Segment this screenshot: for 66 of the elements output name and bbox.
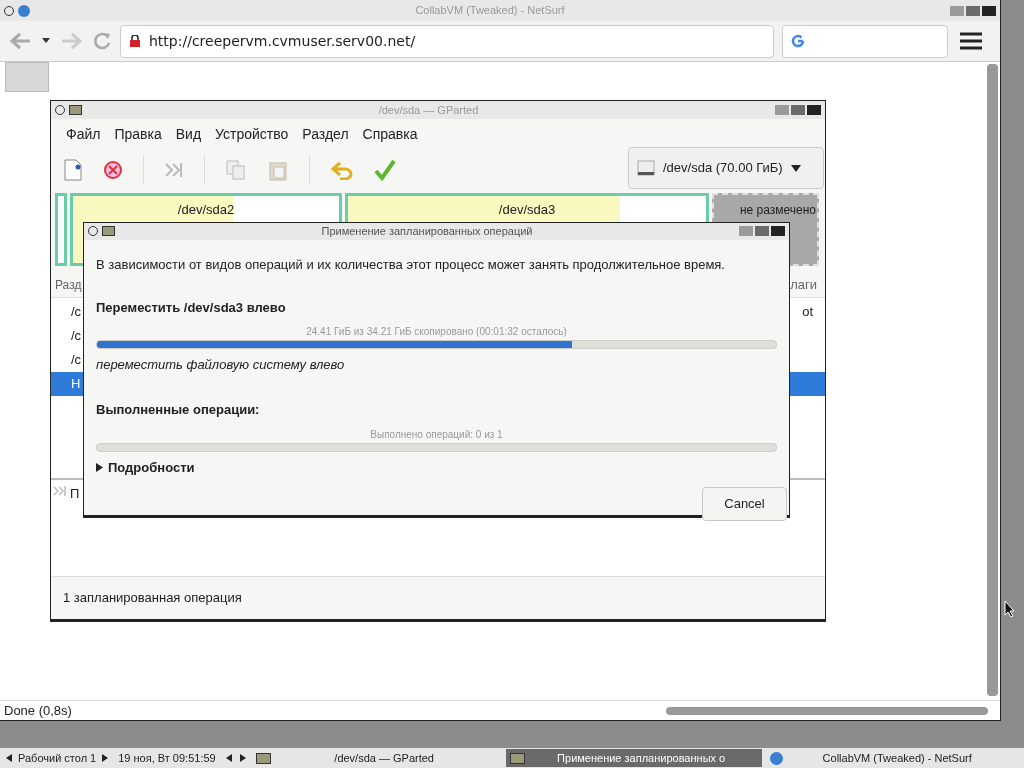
minimize-icon[interactable] <box>739 226 753 237</box>
maximize-icon[interactable] <box>966 5 980 16</box>
window-title: CollabVM (Tweaked) - NetSurf <box>414 3 566 19</box>
caret-icon[interactable] <box>42 38 50 44</box>
close-icon[interactable] <box>771 226 785 237</box>
left-arrow-icon[interactable] <box>4 754 14 762</box>
pending-operation: П <box>70 485 80 503</box>
caret-icon <box>790 164 801 172</box>
lock-icon <box>129 35 141 47</box>
column-header[interactable]: Разд <box>55 275 82 294</box>
table-cell-text: Н <box>71 375 81 394</box>
menu-item[interactable]: Раздел <box>295 123 356 145</box>
step-text: переместить файловую систему влево <box>96 355 346 374</box>
globe-icon <box>18 4 30 17</box>
partition-block[interactable] <box>55 193 67 266</box>
task-button[interactable]: CollabVM (Tweaked) - NetSurf <box>765 749 1016 767</box>
paste-icon[interactable] <box>267 159 289 181</box>
copy-icon[interactable] <box>225 159 247 181</box>
menu-item[interactable]: Устройство <box>208 123 296 145</box>
search-field[interactable] <box>782 24 948 58</box>
monitor-icon <box>102 226 115 237</box>
menu-item[interactable]: Вид <box>168 123 209 145</box>
globe-icon <box>769 751 783 765</box>
undo-icon[interactable] <box>330 160 354 180</box>
monitor-icon <box>69 105 82 115</box>
section-title: Выполненные операции: <box>96 401 261 419</box>
window-title: Применение запланированных операций <box>320 224 534 239</box>
menu-item[interactable]: Правка <box>107 123 169 145</box>
expander-icon <box>96 462 103 472</box>
address-field[interactable]: http://creepervm.cvmuser.serv00.net/ <box>120 24 774 58</box>
device-dropdown[interactable]: /dev/sda (70.00 ГиБ) <box>628 147 824 189</box>
operation-title: Переместить /dev/sda3 влево <box>96 299 287 317</box>
partition-label: /dev/sda2 <box>177 202 235 217</box>
resize-icon[interactable] <box>164 160 184 180</box>
maximize-icon[interactable] <box>755 226 769 237</box>
progress-text: 24.41 ГиБ из 34.21 ГиБ скопировано (00:01:32 осталось) <box>305 324 568 339</box>
menu-icon[interactable] <box>960 32 982 50</box>
task-button[interactable]: Применение запланированных о <box>505 749 762 767</box>
partition-label: /dev/sda3 <box>498 202 556 217</box>
horizontal-scrollbar[interactable] <box>666 706 988 715</box>
desktop-label: Рабочий стол 1 <box>18 750 97 766</box>
monitor-icon <box>255 752 271 764</box>
reload-icon[interactable] <box>92 31 112 51</box>
checkmark-icon[interactable] <box>374 159 396 181</box>
right-arrow-icon[interactable] <box>237 754 248 762</box>
page-button[interactable] <box>5 62 49 92</box>
cursor-icon <box>1004 600 1015 618</box>
clock-text: 19 ноя, Вт 09:51:59 <box>118 750 216 766</box>
window-title: /dev/sda — GParted <box>377 102 480 118</box>
delete-icon[interactable] <box>103 160 123 180</box>
new-document-icon[interactable] <box>63 159 83 181</box>
cancel-button[interactable]: Cancel <box>702 487 787 521</box>
progress-text: Выполнено операций: 0 из 1 <box>369 427 504 442</box>
minimize-icon[interactable] <box>950 5 964 16</box>
status-text: Done (0,8s) <box>3 701 73 720</box>
details-expander[interactable]: Подробности <box>96 457 195 477</box>
task-button[interactable]: /dev/sda — GParted <box>251 749 502 767</box>
partition-label: не размечено <box>739 203 816 217</box>
menu-item[interactable]: Файл <box>59 123 108 145</box>
monitor-icon <box>509 752 525 764</box>
close-icon[interactable] <box>982 5 996 16</box>
column-header[interactable]: лаги <box>790 274 817 295</box>
url-text: http://creepervm.cvmuser.serv00.net/ <box>149 31 416 51</box>
menu-item[interactable]: Справка <box>355 123 425 145</box>
status-text: 1 запланированная операция <box>63 589 242 608</box>
search-engine-icon <box>791 34 805 48</box>
